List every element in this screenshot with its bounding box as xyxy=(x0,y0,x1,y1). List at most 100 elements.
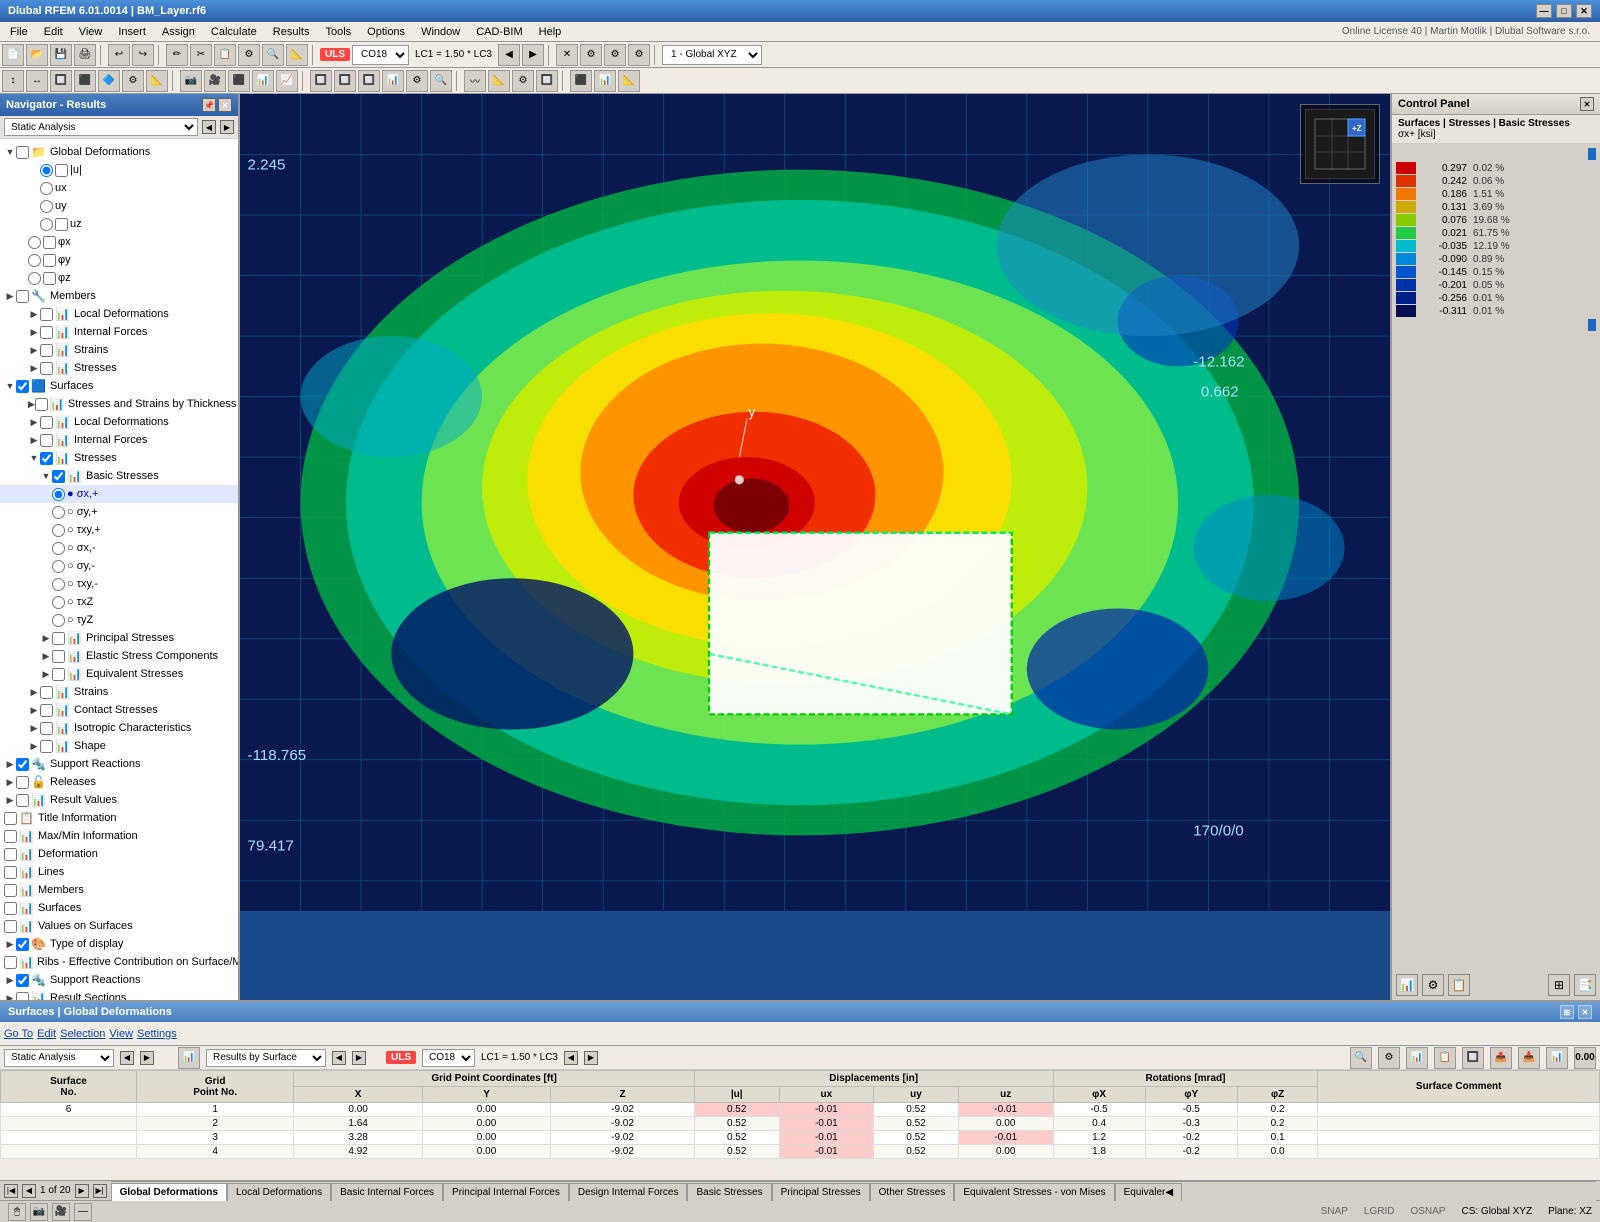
tree-sigma-x-plus[interactable]: ● σx,+ xyxy=(0,485,238,503)
tree-local-deformations-m[interactable]: ▶ 📊 Local Deformations xyxy=(0,305,238,323)
t2-btn-21[interactable]: ⚙ xyxy=(512,70,534,92)
t2-btn-19[interactable]: 〰 xyxy=(464,70,486,92)
t2-btn-25[interactable]: 📐 xyxy=(618,70,640,92)
tree-stresses-s[interactable]: ▼ 📊 Stresses xyxy=(0,449,238,467)
cb-members-2[interactable] xyxy=(4,884,17,897)
t2-btn-4[interactable]: ⬛ xyxy=(74,70,96,92)
analysis-selector[interactable]: Static Analysis xyxy=(4,118,198,136)
status-icon-3[interactable]: 🎥 xyxy=(52,1203,70,1221)
bt-icon-8[interactable]: 📊 xyxy=(1546,1047,1568,1069)
cb-result-values[interactable] xyxy=(16,794,29,807)
panel-pin-button[interactable]: 📌 xyxy=(202,98,216,112)
t2-btn-12[interactable]: 📈 xyxy=(276,70,298,92)
bt-icon-4[interactable]: 📋 xyxy=(1434,1047,1456,1069)
cb-support-reactions-2[interactable] xyxy=(16,974,29,987)
bottom-panel-close[interactable]: ✕ xyxy=(1578,1005,1592,1019)
tree-tau-xy-minus[interactable]: ○ τxy,- xyxy=(0,575,238,593)
tree-local-deformations-s[interactable]: ▶ 📊 Local Deformations xyxy=(0,413,238,431)
bt-icon-5[interactable]: 🔲 xyxy=(1462,1047,1484,1069)
bt-icon-7[interactable]: 📥 xyxy=(1518,1047,1540,1069)
cb-stresses-m[interactable] xyxy=(40,362,53,375)
undo-button[interactable]: ↩ xyxy=(108,44,130,66)
toolbar-btn-8[interactable]: 📐 xyxy=(286,44,308,66)
t2-btn-16[interactable]: 📊 xyxy=(382,70,404,92)
tree-surfaces-2[interactable]: 📊 Surfaces xyxy=(0,899,238,917)
t2-btn-14[interactable]: 🔲 xyxy=(334,70,356,92)
radio-sigma-y-plus[interactable] xyxy=(52,506,65,519)
cb-phiz[interactable] xyxy=(43,272,56,285)
cb-contact-stresses[interactable] xyxy=(40,704,53,717)
toolbar-btn-6[interactable]: ⚙ xyxy=(238,44,260,66)
analysis-type-selector[interactable]: Static Analysis xyxy=(4,1049,114,1067)
tab-basic-stresses[interactable]: Basic Stresses xyxy=(687,1183,771,1201)
maximize-button[interactable]: □ xyxy=(1556,4,1572,18)
radio-tau-yz[interactable] xyxy=(52,614,65,627)
tree-support-reactions-2[interactable]: ▶ 🔩 Support Reactions xyxy=(0,971,238,989)
tree-elastic-stress[interactable]: ▶ 📊 Elastic Stress Components xyxy=(0,647,238,665)
t2-btn-11[interactable]: 📊 xyxy=(252,70,274,92)
t2-btn-24[interactable]: 📊 xyxy=(594,70,616,92)
menu-window[interactable]: Window xyxy=(413,22,468,41)
tree-tau-yz[interactable]: ○ τyZ xyxy=(0,611,238,629)
save-button[interactable]: 💾 xyxy=(50,44,72,66)
t2-btn-3[interactable]: 🔲 xyxy=(50,70,72,92)
close-button[interactable]: ✕ xyxy=(1576,4,1592,18)
menu-edit[interactable]: Edit xyxy=(36,22,71,41)
tab-design-internal-forces[interactable]: Design Internal Forces xyxy=(569,1183,688,1201)
tree-shape[interactable]: ▶ 📊 Shape xyxy=(0,737,238,755)
cb-global-deformations[interactable] xyxy=(16,146,29,159)
nav-prev-button[interactable]: ◀ xyxy=(202,120,216,134)
cb-stresses-s[interactable] xyxy=(40,452,53,465)
menu-cad-bim[interactable]: CAD-BIM xyxy=(468,22,530,41)
t2-btn-7[interactable]: 📐 xyxy=(146,70,168,92)
page-next[interactable]: ▶ xyxy=(75,1184,89,1198)
radio-tau-xy-minus[interactable] xyxy=(52,578,65,591)
cb-members[interactable] xyxy=(16,290,29,303)
toolbar-btn-9[interactable]: ✕ xyxy=(556,44,578,66)
radio-tau-xz[interactable] xyxy=(52,596,65,609)
tree-sigma-x-minus[interactable]: ○ σx,- xyxy=(0,539,238,557)
tab-other-stresses[interactable]: Other Stresses xyxy=(870,1183,955,1201)
toolbar-btn-4[interactable]: ✂ xyxy=(190,44,212,66)
tree-result-values[interactable]: ▶ 📊 Result Values xyxy=(0,791,238,809)
radio-uy[interactable] xyxy=(40,200,53,213)
tree-phiy[interactable]: φy xyxy=(0,251,238,269)
radio-phiy[interactable] xyxy=(28,254,41,267)
tab-equivaler[interactable]: Equivaler◀ xyxy=(1115,1183,1182,1201)
toolbar-btn-12[interactable]: ⚙ xyxy=(628,44,650,66)
t2-btn-10[interactable]: ⬛ xyxy=(228,70,250,92)
cp-close-button[interactable]: ✕ xyxy=(1580,97,1594,111)
cb-strains-s[interactable] xyxy=(40,686,53,699)
t2-btn-1[interactable]: ↕ xyxy=(2,70,24,92)
t2-btn-23[interactable]: ⬛ xyxy=(570,70,592,92)
open-button[interactable]: 📂 xyxy=(26,44,48,66)
toolbar-btn-7[interactable]: 🔍 xyxy=(262,44,284,66)
tree-tau-xz[interactable]: ○ τxZ xyxy=(0,593,238,611)
t2-btn-22[interactable]: 🔲 xyxy=(536,70,558,92)
prev-lc-button[interactable]: ◀ xyxy=(498,44,520,66)
xyz-selector[interactable]: 1 - Global XYZ xyxy=(662,45,762,65)
tree-values-on-surfaces[interactable]: 📊 Values on Surfaces xyxy=(0,917,238,935)
tree-uy[interactable]: uy xyxy=(0,197,238,215)
tree-ux[interactable]: ux xyxy=(0,179,238,197)
co-selector[interactable]: CO18 xyxy=(352,45,409,65)
cb-shape[interactable] xyxy=(40,740,53,753)
bottom-lc-prev[interactable]: ◀ xyxy=(564,1051,578,1065)
tree-phiz[interactable]: φz xyxy=(0,269,238,287)
cb-basic-stresses[interactable] xyxy=(52,470,65,483)
tree-internal-forces-m[interactable]: ▶ 📊 Internal Forces xyxy=(0,323,238,341)
print-button[interactable]: 🖨 xyxy=(74,44,96,66)
t2-btn-20[interactable]: 📐 xyxy=(488,70,510,92)
status-icon-2[interactable]: 📷 xyxy=(30,1203,48,1221)
edit-link[interactable]: Edit xyxy=(37,1028,56,1040)
cb-uz[interactable] xyxy=(55,218,68,231)
t2-btn-2[interactable]: ↔ xyxy=(26,70,48,92)
cp-icon-chart[interactable]: 📊 xyxy=(1396,974,1418,996)
tree-u-abs[interactable]: |u| xyxy=(0,161,238,179)
tree-title-info[interactable]: 📋 Title Information xyxy=(0,809,238,827)
results-by-selector[interactable]: Results by Surface xyxy=(206,1049,326,1067)
toolbar-btn-11[interactable]: ⚙ xyxy=(604,44,626,66)
cb-surfaces[interactable] xyxy=(16,380,29,393)
menu-tools[interactable]: Tools xyxy=(317,22,359,41)
analysis-prev[interactable]: ◀ xyxy=(120,1051,134,1065)
